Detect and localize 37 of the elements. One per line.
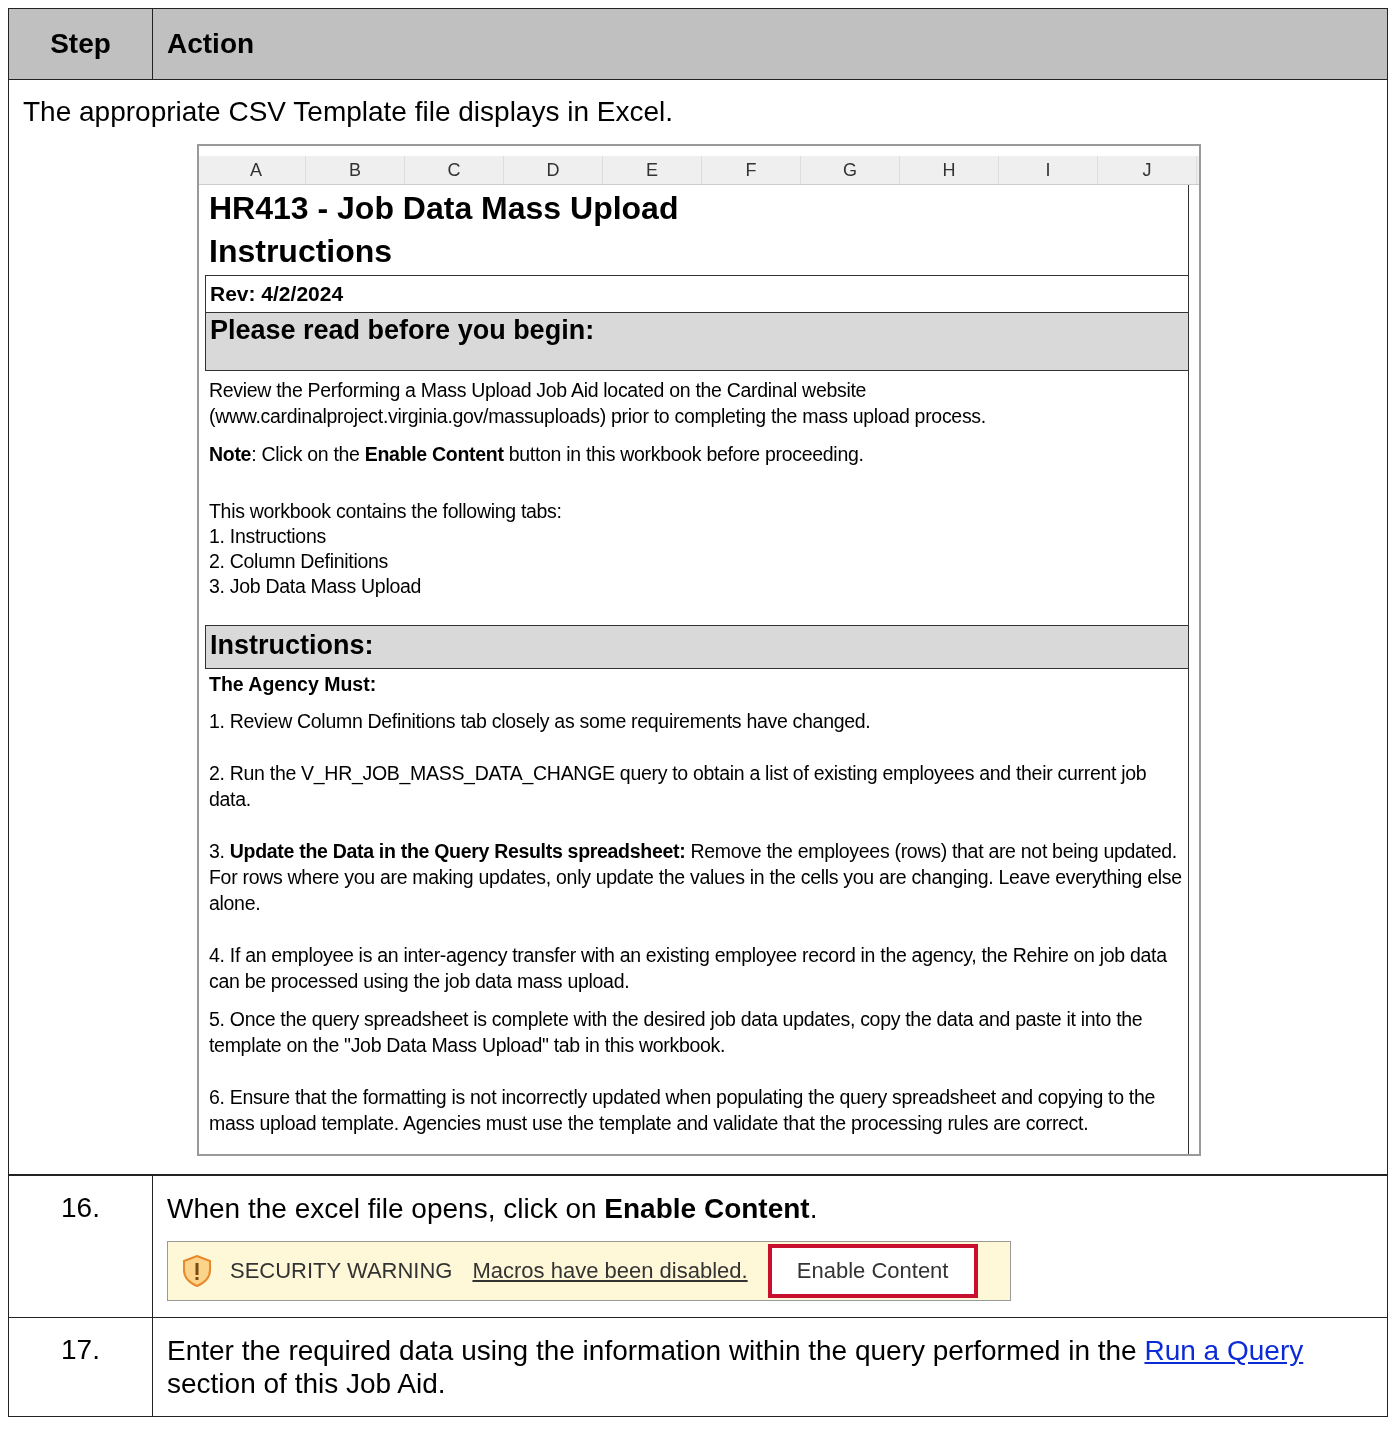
instruction-text: 2. Run the V_HR_JOB_MASS_DATA_CHANGE query to obtain a list of existing employees and their current job data.: [208, 761, 1148, 812]
step-description: When the excel file opens, click on Enable Content.: [167, 1192, 819, 1225]
enable-content-button[interactable]: Enable Content: [767, 1244, 978, 1298]
instruction-text: 3. Update the Data in the Query Results spreadsheet: Remove the employees (rows) that are not being updated. For rows where you are making updates, only update the values in the cells you are changing. Leave everything else alone.: [208, 839, 1183, 916]
warning-label: SECURITY WARNING: [230, 1258, 453, 1284]
instruction-text: This workbook contains the following tabs:: [208, 499, 563, 524]
tab-list-item: 2. Column Definitions: [208, 549, 390, 574]
section-heading: Instructions:: [205, 625, 1188, 669]
column-letter: E: [603, 156, 702, 184]
column-letter: F: [702, 156, 801, 184]
column-letter: H: [900, 156, 999, 184]
step-number: 17.: [9, 1318, 153, 1416]
warning-message-link[interactable]: Macros have been disabled.: [472, 1258, 748, 1284]
tab-list-item: 3. Job Data Mass Upload: [208, 574, 423, 599]
step-number: 16.: [9, 1176, 153, 1317]
column-header: Step: [9, 9, 153, 79]
tab-list-item: 1. Instructions: [208, 524, 327, 549]
instruction-text: 5. Once the query spreadsheet is complete with the desired job data updates, copy the data and paste it into the template on the "Job Data Mass Upload" tab in this workbook.: [208, 1007, 1144, 1058]
instruction-text: 1. Review Column Definitions tab closely as some requirements have changed.: [208, 709, 872, 734]
subheading: The Agency Must:: [208, 672, 378, 696]
instruction-text: Note: Click on the Enable Content button in this workbook before proceeding.: [208, 442, 865, 467]
instruction-text: 6. Ensure that the formatting is not incorrectly updated when populating the query spreadsheet and copying to the mass upload template. Agencies must use the template and validate that the processing rules are correct.: [208, 1085, 1157, 1136]
step-description: Enter the required data using the information within the query performed in the Run a Query section of this Job Aid.: [167, 1334, 1305, 1400]
column-letter: I: [999, 156, 1098, 184]
sheet-title: HR413 - Job Data Mass Upload Instructions: [208, 189, 680, 271]
step-description: The appropriate CSV Template file displays in Excel.: [23, 96, 675, 128]
column-letter: G: [801, 156, 900, 184]
column-letter: A: [207, 156, 306, 184]
instruction-text: 4. If an employee is an inter-agency transfer with an existing employee record in the agency, the Rehire on job data can be processed using the job data mass upload.: [208, 943, 1168, 994]
column-letter: D: [504, 156, 603, 184]
column-letter: C: [405, 156, 504, 184]
run-a-query-link[interactable]: Run a Query: [1144, 1335, 1304, 1366]
column-letter: J: [1098, 156, 1197, 184]
column-header: Action: [166, 27, 256, 61]
section-heading: Please read before you begin:: [205, 313, 1188, 371]
instruction-text: Review the Performing a Mass Upload Job Aid located on the Cardinal website (www.cardinalproject.virginia.gov/massuploads) prior to completing the mass upload process.: [208, 378, 987, 429]
column-letter: B: [306, 156, 405, 184]
